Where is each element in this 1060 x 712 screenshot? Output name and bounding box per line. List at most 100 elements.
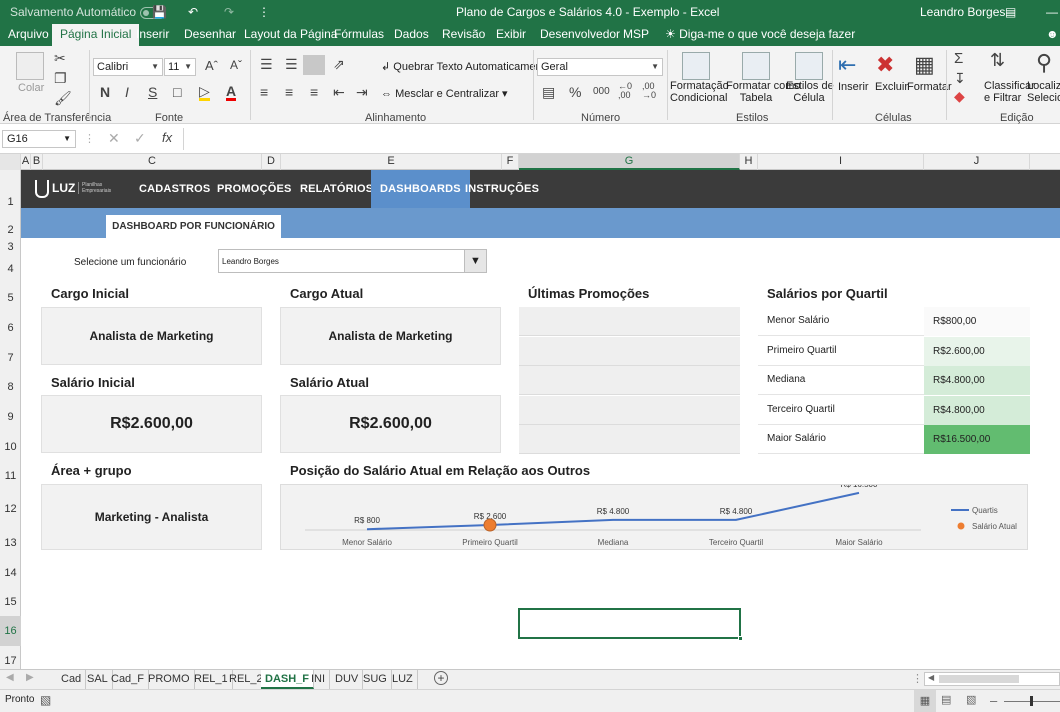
chevron-down-icon[interactable]: ▼ bbox=[464, 250, 486, 272]
macro-record-icon[interactable]: ▧ bbox=[40, 693, 51, 707]
percent-icon[interactable]: % bbox=[569, 84, 581, 100]
row-header-14[interactable]: 14 bbox=[0, 567, 21, 579]
tab-inserir[interactable]: Inserir bbox=[128, 24, 177, 46]
column-header-j[interactable]: J bbox=[924, 154, 1030, 170]
row-header-16[interactable]: 16 bbox=[0, 616, 21, 646]
row-header-9[interactable]: 9 bbox=[0, 411, 21, 423]
normal-view-icon[interactable]: ▦ bbox=[914, 690, 936, 712]
align-bottom-icon[interactable] bbox=[303, 55, 325, 75]
borders-icon[interactable]: □ bbox=[173, 84, 181, 100]
find-select-button[interactable]: Localizar e Selecionar bbox=[1027, 80, 1060, 104]
column-header-i[interactable]: I bbox=[758, 154, 924, 170]
conditional-format-button[interactable]: Formatação Condicional bbox=[670, 80, 729, 104]
minimize-icon[interactable]: — bbox=[1046, 5, 1058, 19]
formula-input[interactable] bbox=[183, 128, 1060, 150]
delete-cells-button[interactable]: Excluir bbox=[875, 81, 908, 93]
nav-item-cadastros[interactable]: CADASTROS bbox=[139, 170, 210, 208]
select-all-corner[interactable] bbox=[0, 154, 21, 170]
grow-font-icon[interactable]: Aˆ bbox=[205, 58, 218, 73]
copy-icon[interactable]: ❐ bbox=[54, 70, 67, 87]
row-header-7[interactable]: 7 bbox=[0, 352, 21, 364]
ribbon-display-icon[interactable]: ▤ bbox=[1005, 5, 1016, 19]
undo-icon[interactable]: ↶ bbox=[188, 5, 198, 19]
zoom-slider-thumb[interactable] bbox=[1030, 696, 1033, 706]
italic-icon[interactable]: I bbox=[125, 84, 129, 100]
shrink-font-icon[interactable]: Aˇ bbox=[230, 58, 242, 72]
format-cells-button[interactable]: Formatar bbox=[907, 81, 952, 93]
row-header-5[interactable]: 5 bbox=[0, 292, 21, 304]
nav-item-instrucoes[interactable]: INSTRUÇÕES bbox=[465, 170, 539, 208]
sheet-tab-cad-f[interactable]: Cad_F bbox=[107, 670, 150, 689]
column-header-e[interactable]: E bbox=[281, 154, 502, 170]
cancel-icon[interactable]: ✕ bbox=[108, 130, 120, 147]
tab-desenvolvedor[interactable]: Desenvolvedor bbox=[532, 24, 628, 46]
add-sheet-icon[interactable]: + bbox=[434, 671, 448, 685]
tab-exibir[interactable]: Exibir bbox=[488, 24, 534, 46]
tab-splitter[interactable]: ⋮ bbox=[912, 672, 923, 685]
horizontal-scrollbar[interactable]: ◀ bbox=[924, 672, 1060, 686]
save-icon[interactable]: 💾 bbox=[152, 5, 167, 19]
row-header-3[interactable]: 3 bbox=[0, 241, 21, 253]
insert-cells-icon[interactable]: ⇤ bbox=[838, 52, 856, 78]
tab-formulas[interactable]: Fórmulas bbox=[326, 24, 392, 46]
nav-item-relatorios[interactable]: RELATÓRIOS bbox=[300, 170, 373, 208]
paste-icon[interactable] bbox=[16, 52, 44, 80]
clear-icon[interactable]: ◆ bbox=[954, 88, 965, 105]
tell-me-box[interactable]: ☀ Diga-me o que você deseja fazer bbox=[657, 24, 863, 46]
user-name[interactable]: Leandro Borges bbox=[920, 5, 1005, 19]
sheet-tab-cad[interactable]: Cad bbox=[57, 670, 87, 689]
sheet-tab-ini[interactable]: INI bbox=[307, 670, 331, 689]
row-header-1[interactable]: 1 bbox=[0, 196, 21, 208]
increase-indent-icon[interactable]: ⇥ bbox=[356, 84, 368, 101]
align-middle-icon[interactable]: ☰ bbox=[285, 56, 298, 73]
row-header-10[interactable]: 10 bbox=[0, 441, 21, 453]
row-header-2[interactable]: 2 bbox=[0, 224, 21, 236]
find-icon[interactable]: ⚲ bbox=[1036, 50, 1052, 76]
cell-styles-icon[interactable] bbox=[795, 52, 823, 80]
tab-dashboard-funcionario[interactable]: DASHBOARD POR FUNCIONÁRIO bbox=[106, 215, 281, 238]
redo-icon[interactable]: ↷ bbox=[224, 5, 234, 19]
scroll-left-icon[interactable]: ◀ bbox=[928, 673, 934, 682]
tab-revisao[interactable]: Revisão bbox=[434, 24, 493, 46]
column-header-g[interactable]: G bbox=[519, 154, 740, 170]
page-break-view-icon[interactable]: ▧ bbox=[966, 693, 976, 706]
cut-icon[interactable]: ✂ bbox=[54, 50, 66, 67]
format-cells-icon[interactable]: ▦ bbox=[914, 52, 935, 78]
font-color-icon[interactable]: A bbox=[226, 84, 237, 101]
nav-item-dashboards[interactable]: DASHBOARDS bbox=[371, 170, 470, 208]
conditional-format-icon[interactable] bbox=[682, 52, 710, 80]
column-header-b[interactable]: B bbox=[31, 154, 43, 170]
wrap-text-button[interactable]: ↲ Quebrar Texto Automaticamente bbox=[381, 60, 551, 73]
underline-icon[interactable]: S bbox=[148, 84, 157, 100]
cell-styles-button[interactable]: Estilos de Célula bbox=[786, 80, 834, 104]
column-header-f[interactable]: F bbox=[502, 154, 519, 170]
number-format-select[interactable]: Geral ▼ bbox=[537, 58, 663, 76]
align-right-icon[interactable]: ≡ bbox=[310, 84, 318, 100]
scroll-thumb[interactable] bbox=[939, 675, 1019, 683]
format-table-icon[interactable] bbox=[742, 52, 770, 80]
tab-desenhar[interactable]: Desenhar bbox=[176, 24, 244, 46]
fill-color-icon[interactable]: ▷ bbox=[199, 84, 210, 101]
tab-dados[interactable]: Dados bbox=[386, 24, 437, 46]
employee-select[interactable]: Leandro Borges ▼ bbox=[218, 249, 487, 273]
bold-icon[interactable]: N bbox=[100, 84, 110, 100]
prev-sheet-icon[interactable]: ◀ bbox=[6, 672, 14, 683]
tab-arquivo[interactable]: Arquivo bbox=[0, 24, 57, 46]
sheet-tab-sug[interactable]: SUG bbox=[359, 670, 392, 689]
increase-decimal-icon[interactable]: ←0,00 bbox=[618, 82, 632, 100]
tab-pagina-inicial[interactable]: Página Inicial bbox=[52, 24, 140, 46]
selected-cell-g16[interactable] bbox=[518, 608, 743, 641]
font-size-select[interactable]: 11 ▼ bbox=[164, 58, 196, 76]
format-painter-icon[interactable]: 🖌 bbox=[54, 90, 72, 107]
nav-item-promocoes[interactable]: PROMOÇÕES bbox=[217, 170, 292, 208]
currency-icon[interactable]: ▤ bbox=[542, 84, 555, 101]
row-header-13[interactable]: 13 bbox=[0, 537, 21, 549]
fill-handle[interactable] bbox=[738, 636, 743, 641]
merge-center-button[interactable]: ⇔ Mesclar e Centralizar ▾ bbox=[381, 87, 508, 100]
fx-icon[interactable]: fx bbox=[162, 130, 172, 145]
sheet-tab-promo[interactable]: PROMO bbox=[144, 670, 195, 689]
align-left-icon[interactable]: ≡ bbox=[260, 84, 268, 100]
sheet-tab-luz[interactable]: LUZ bbox=[388, 670, 418, 689]
font-name-select[interactable]: Calibri ▼ bbox=[93, 58, 163, 76]
orientation-icon[interactable]: ⇗ bbox=[333, 56, 345, 73]
